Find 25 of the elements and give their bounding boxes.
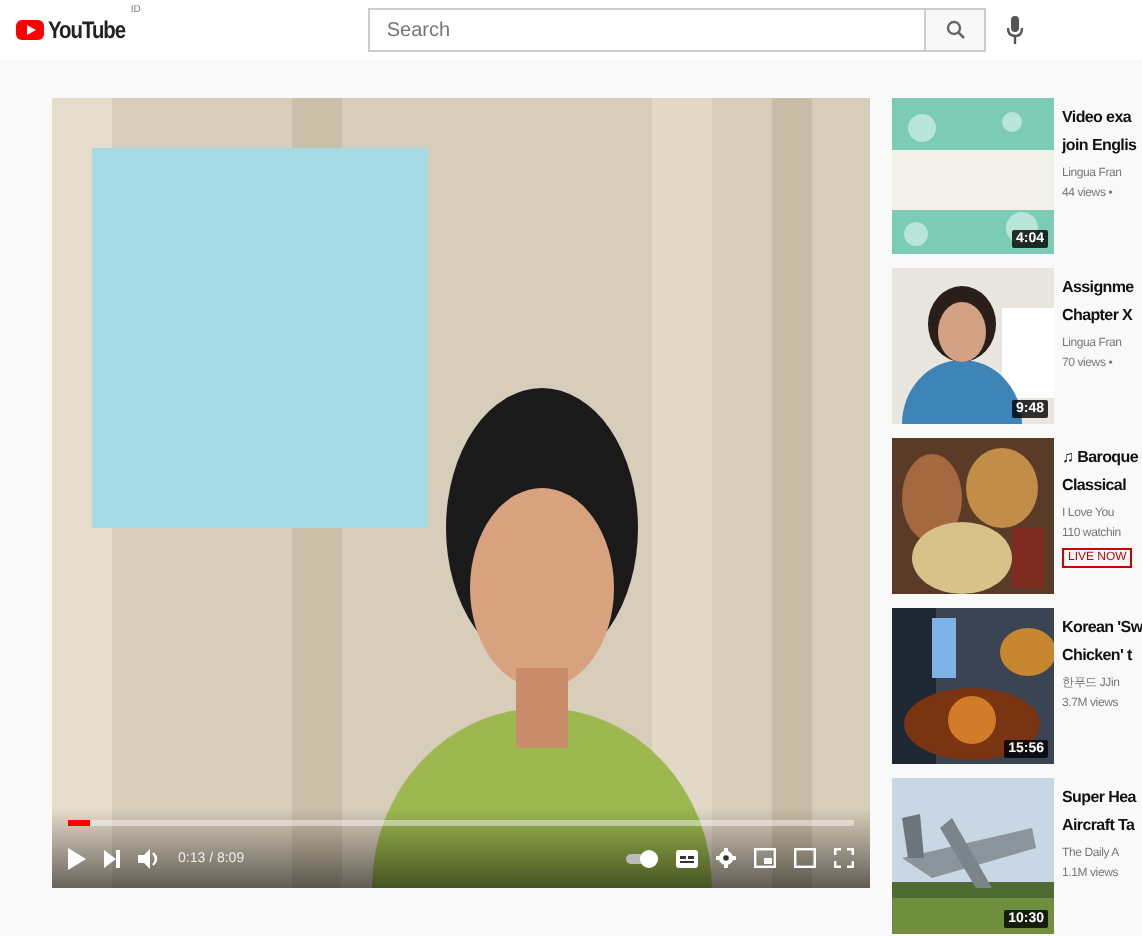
youtube-logo[interactable]: YouTube (16, 16, 139, 44)
search-icon (945, 20, 966, 40)
next-icon[interactable] (104, 849, 120, 867)
video-title[interactable]: Aircraft Ta (1062, 812, 1142, 840)
autoplay-toggle[interactable] (626, 849, 658, 867)
video-title[interactable]: Chicken' t (1062, 642, 1142, 670)
video-title[interactable]: Classical (1062, 472, 1142, 500)
search-button[interactable] (924, 8, 987, 52)
play-icon (16, 20, 44, 40)
fullscreen-icon[interactable] (834, 848, 854, 868)
video-title[interactable]: Super Hea (1062, 784, 1142, 812)
miniplayer-icon[interactable] (754, 848, 776, 868)
video-title[interactable]: Chapter X (1062, 302, 1142, 330)
theater-mode-icon[interactable] (794, 848, 816, 868)
video-title[interactable]: Video exa (1062, 104, 1142, 132)
video-title[interactable]: Korean 'Sw (1062, 614, 1142, 642)
video-title[interactable]: Assignme (1062, 274, 1142, 302)
microphone-icon[interactable] (1006, 16, 1025, 44)
play-icon[interactable] (68, 847, 86, 869)
volume-icon[interactable] (138, 847, 160, 869)
video-title[interactable]: join Englis (1062, 132, 1142, 160)
search-field[interactable]: Search (368, 8, 925, 52)
video-title[interactable]: ♫ Baroque (1062, 444, 1142, 472)
progress-bar[interactable] (68, 820, 854, 826)
settings-icon[interactable] (716, 848, 736, 868)
